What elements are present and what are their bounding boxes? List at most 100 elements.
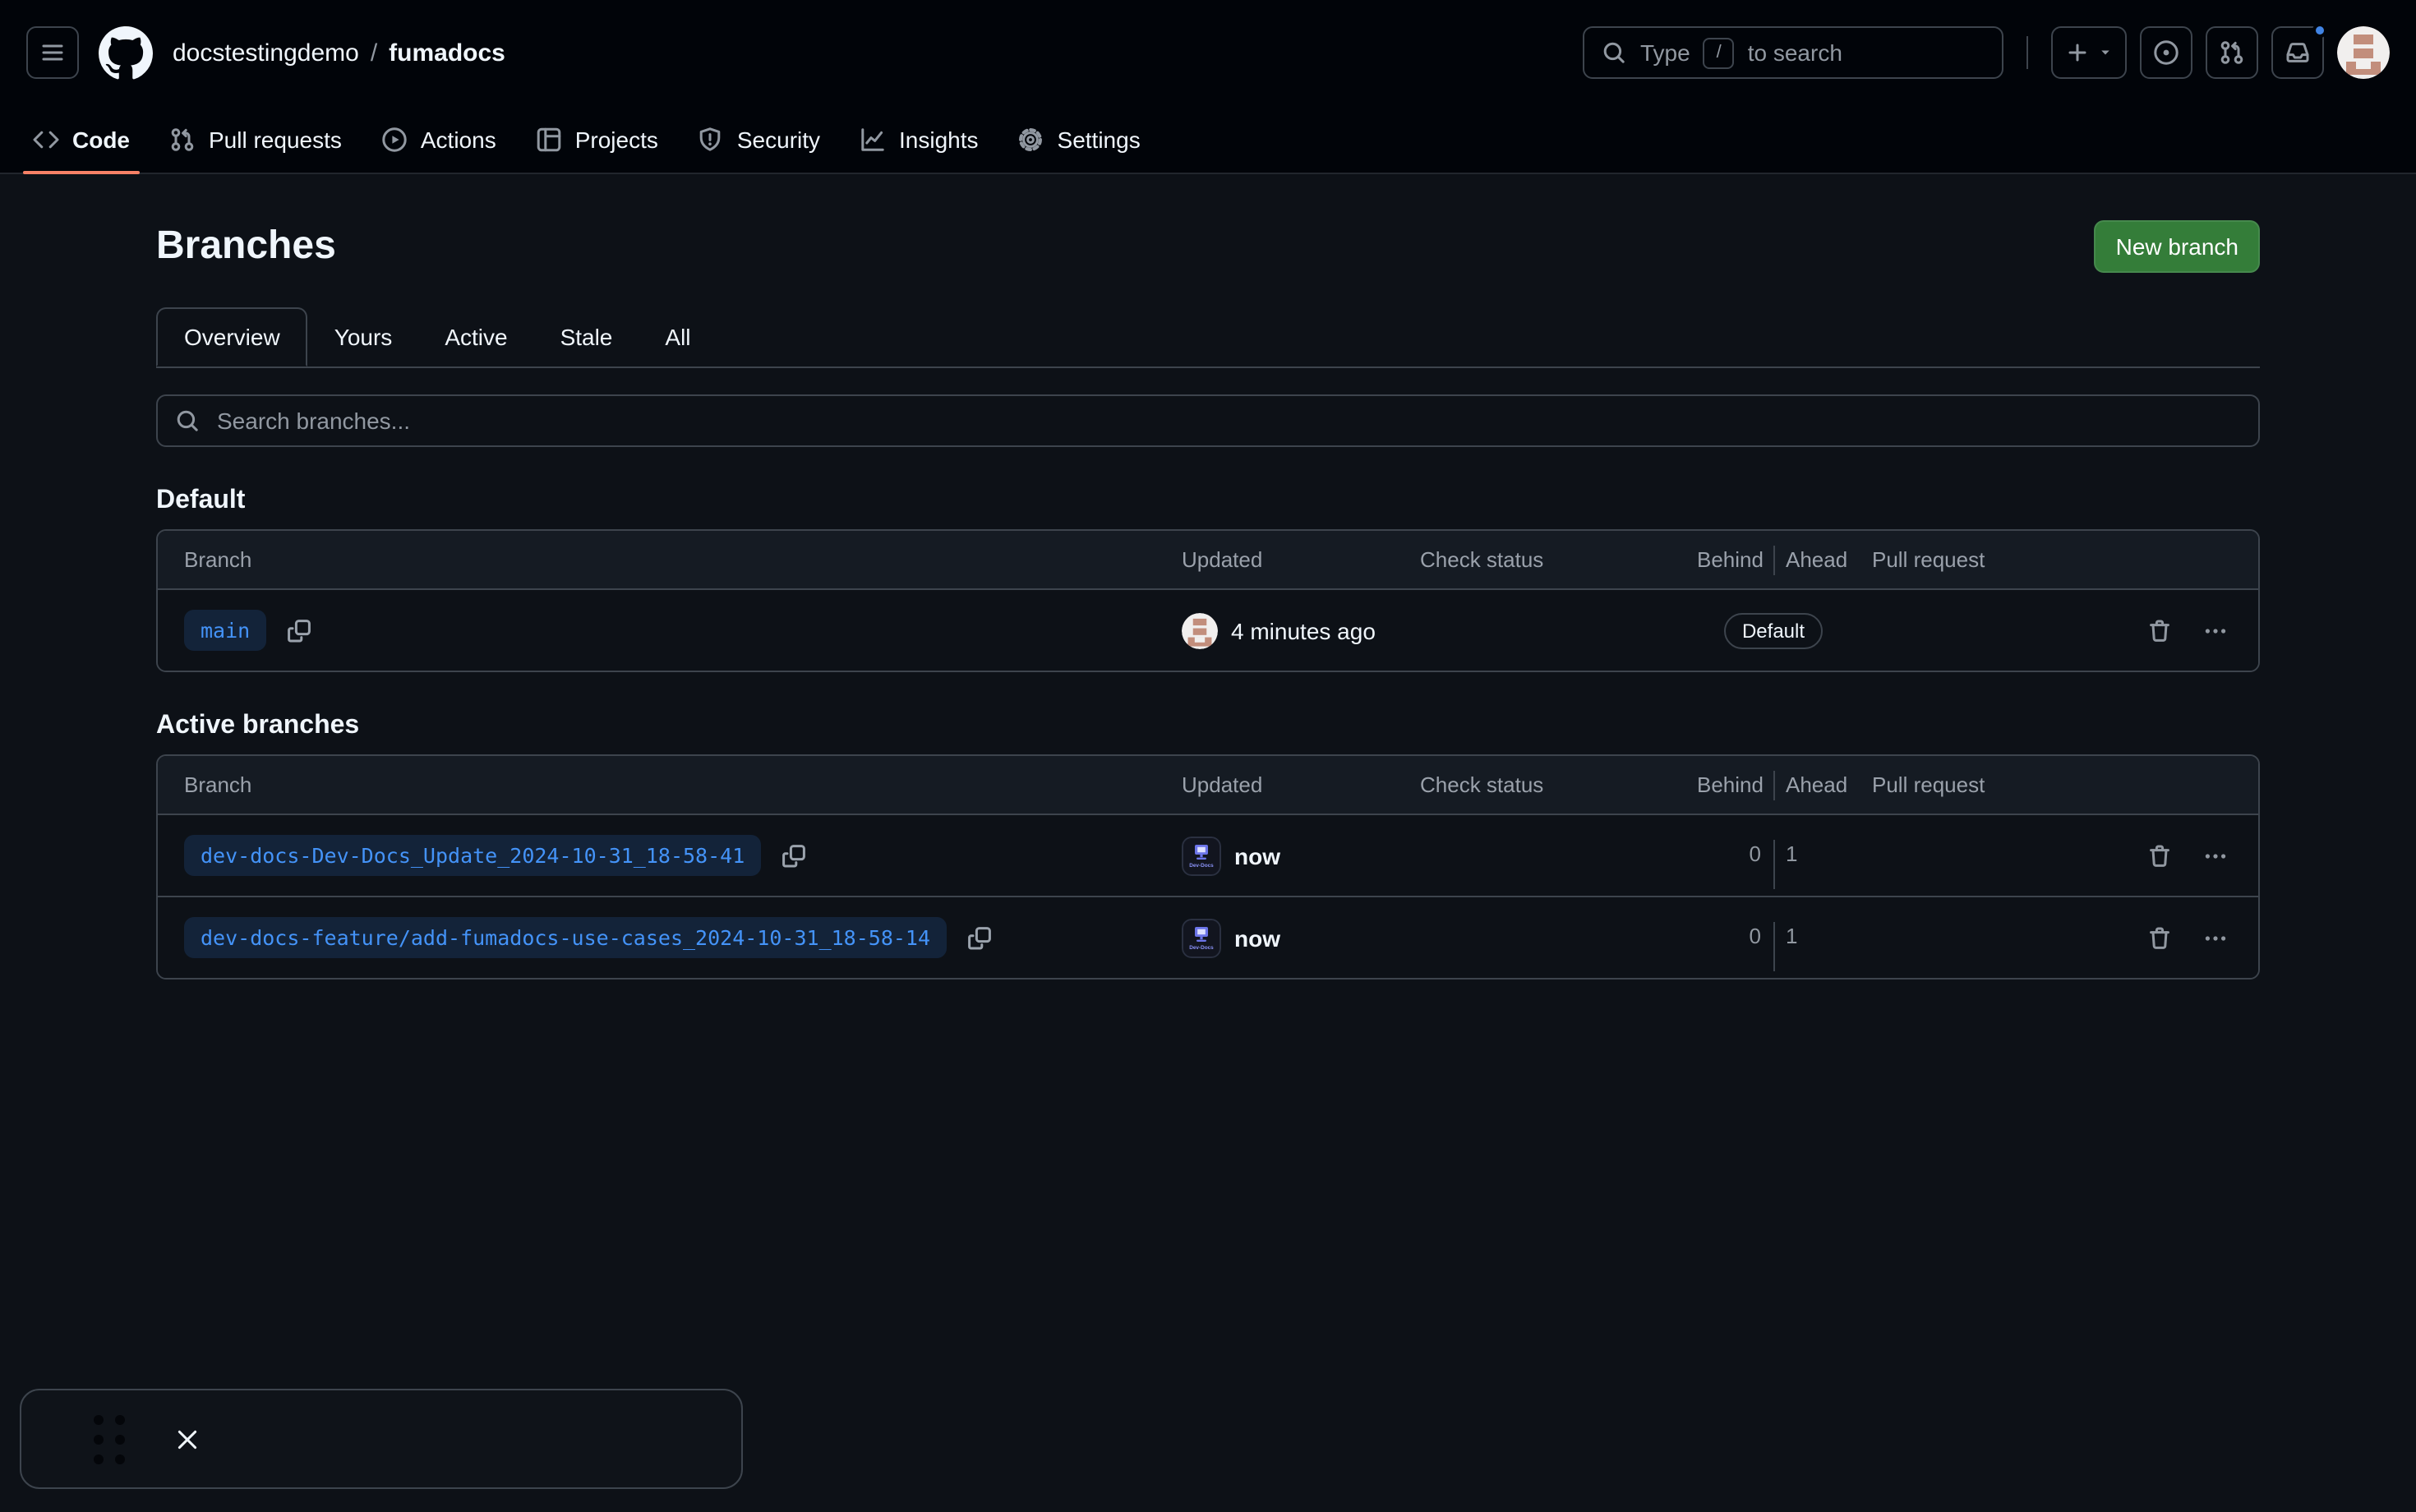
table-row: dev-docs-feature/add-fumadocs-use-cases_… <box>158 896 2258 978</box>
repo-tab-settings[interactable]: Settings <box>998 105 1160 173</box>
shield-icon <box>698 126 724 152</box>
app-header: docstestingdemo / fumadocs Type / to sea… <box>0 0 2416 105</box>
kebab-horizontal-icon <box>2202 924 2229 951</box>
breadcrumb: docstestingdemo / fumadocs <box>173 39 505 67</box>
pull-requests-button[interactable] <box>2206 26 2258 79</box>
trash-icon <box>2146 924 2173 951</box>
chevron-down-icon <box>2097 44 2114 61</box>
column-branch: Branch <box>158 772 1182 797</box>
column-ahead: Ahead <box>1774 547 1850 572</box>
inbox-button[interactable] <box>2271 26 2324 79</box>
kebab-horizontal-icon <box>2202 617 2229 643</box>
filter-tab-all[interactable]: All <box>639 307 717 366</box>
repo-tab-projects[interactable]: Projects <box>516 105 678 173</box>
hamburger-menu-button[interactable] <box>26 26 79 79</box>
table-icon <box>536 126 562 152</box>
floating-toolbar <box>20 1389 743 1489</box>
graph-icon <box>860 126 886 152</box>
repo-tab-label: Security <box>737 126 820 152</box>
close-icon <box>174 1426 201 1452</box>
table-header-row: Branch Updated Check status Behind Ahead… <box>158 756 2258 814</box>
bot-avatar[interactable]: Dev-Docs <box>1182 836 1221 875</box>
gear-icon <box>1018 126 1044 152</box>
branch-name-link[interactable]: dev-docs-feature/add-fumadocs-use-cases_… <box>184 917 947 958</box>
header-left: docstestingdemo / fumadocs <box>26 25 505 80</box>
repo-tab-label: Insights <box>899 126 979 152</box>
committer-avatar[interactable] <box>1182 612 1218 648</box>
issues-button[interactable] <box>2140 26 2192 79</box>
branch-name-link[interactable]: main <box>184 610 266 651</box>
filter-tab-active[interactable]: Active <box>418 307 533 366</box>
issue-opened-icon <box>2153 39 2179 66</box>
default-badge: Default <box>1724 612 1823 648</box>
active-branch-table: Branch Updated Check status Behind Ahead… <box>156 754 2260 980</box>
repo-tab-pull-requests[interactable]: Pull requests <box>150 105 362 173</box>
branch-menu-button[interactable] <box>2202 617 2229 643</box>
branch-menu-button[interactable] <box>2202 924 2229 951</box>
behind-count: 0 <box>1697 921 1773 951</box>
delete-branch-button[interactable] <box>2146 924 2173 951</box>
delete-branch-button[interactable] <box>2146 617 2173 643</box>
github-logo-icon[interactable] <box>99 25 153 80</box>
active-section-heading: Active branches <box>156 712 2260 741</box>
filter-tab-overview[interactable]: Overview <box>156 307 308 366</box>
repo-tab-code[interactable]: Code <box>13 105 150 173</box>
default-section-heading: Default <box>156 486 2260 516</box>
search-icon <box>174 408 201 434</box>
behind-count: 0 <box>1697 839 1773 869</box>
repo-tab-label: Actions <box>421 126 496 152</box>
svg-text:Dev-Docs: Dev-Docs <box>1189 944 1214 950</box>
kebab-horizontal-icon <box>2202 842 2229 869</box>
copy-branch-name-button[interactable] <box>286 617 312 643</box>
copy-branch-name-button[interactable] <box>966 924 993 951</box>
branch-search-input[interactable] <box>156 394 2260 447</box>
branch-name-link[interactable]: dev-docs-Dev-Docs_Update_2024-10-31_18-5… <box>184 835 761 876</box>
repo-tab-label: Pull requests <box>209 126 342 152</box>
column-check-status: Check status <box>1420 547 1675 572</box>
header-right: Type / to search <box>1583 26 2390 79</box>
copy-icon <box>966 924 993 951</box>
table-row: main 4 minutes ago <box>158 588 2258 671</box>
repo-tab-insights[interactable]: Insights <box>840 105 998 173</box>
filter-tab-yours[interactable]: Yours <box>308 307 419 366</box>
inbox-icon <box>2285 39 2311 66</box>
repo-tab-label: Code <box>72 126 130 152</box>
slash-keycap: / <box>1704 37 1735 68</box>
column-behind-ahead: Behind Ahead <box>1675 770 1872 800</box>
play-circle-icon <box>381 126 408 152</box>
trash-icon <box>2146 617 2173 643</box>
user-avatar[interactable] <box>2337 26 2390 79</box>
repo-tab-security[interactable]: Security <box>678 105 840 173</box>
drag-handle[interactable] <box>94 1414 125 1464</box>
branch-search-wrap <box>156 394 2260 447</box>
copy-branch-name-button[interactable] <box>781 842 807 869</box>
column-pull-request: Pull request <box>1872 547 2094 572</box>
branch-menu-button[interactable] <box>2202 842 2229 869</box>
git-pull-request-icon <box>169 126 196 152</box>
ahead-count: 1 <box>1774 839 1850 869</box>
branch-filter-tabnav: Overview Yours Active Stale All <box>156 307 2260 368</box>
ahead-count: 1 <box>1774 921 1850 951</box>
page-title: Branches <box>156 224 336 270</box>
new-branch-button[interactable]: New branch <box>2095 220 2260 273</box>
updated-time: now <box>1234 842 1280 869</box>
table-row: dev-docs-Dev-Docs_Update_2024-10-31_18-5… <box>158 814 2258 896</box>
repo-tab-actions[interactable]: Actions <box>362 105 516 173</box>
breadcrumb-owner[interactable]: docstestingdemo <box>173 39 359 67</box>
close-button[interactable] <box>174 1426 201 1452</box>
git-pull-request-icon <box>2219 39 2245 66</box>
create-new-button[interactable] <box>2051 26 2127 79</box>
filter-tab-stale[interactable]: Stale <box>534 307 639 366</box>
column-updated: Updated <box>1182 772 1420 797</box>
delete-branch-button[interactable] <box>2146 842 2173 869</box>
default-branch-table: Branch Updated Check status Behind Ahead… <box>156 529 2260 672</box>
plus-icon <box>2064 39 2091 66</box>
trash-icon <box>2146 842 2173 869</box>
bot-avatar[interactable]: Dev-Docs <box>1182 918 1221 957</box>
search-placeholder-suffix: to search <box>1748 39 1842 66</box>
hamburger-icon <box>39 39 66 66</box>
code-icon <box>33 126 59 152</box>
column-branch: Branch <box>158 547 1182 572</box>
breadcrumb-repo[interactable]: fumadocs <box>389 39 505 67</box>
global-search-input[interactable]: Type / to search <box>1583 26 2003 79</box>
